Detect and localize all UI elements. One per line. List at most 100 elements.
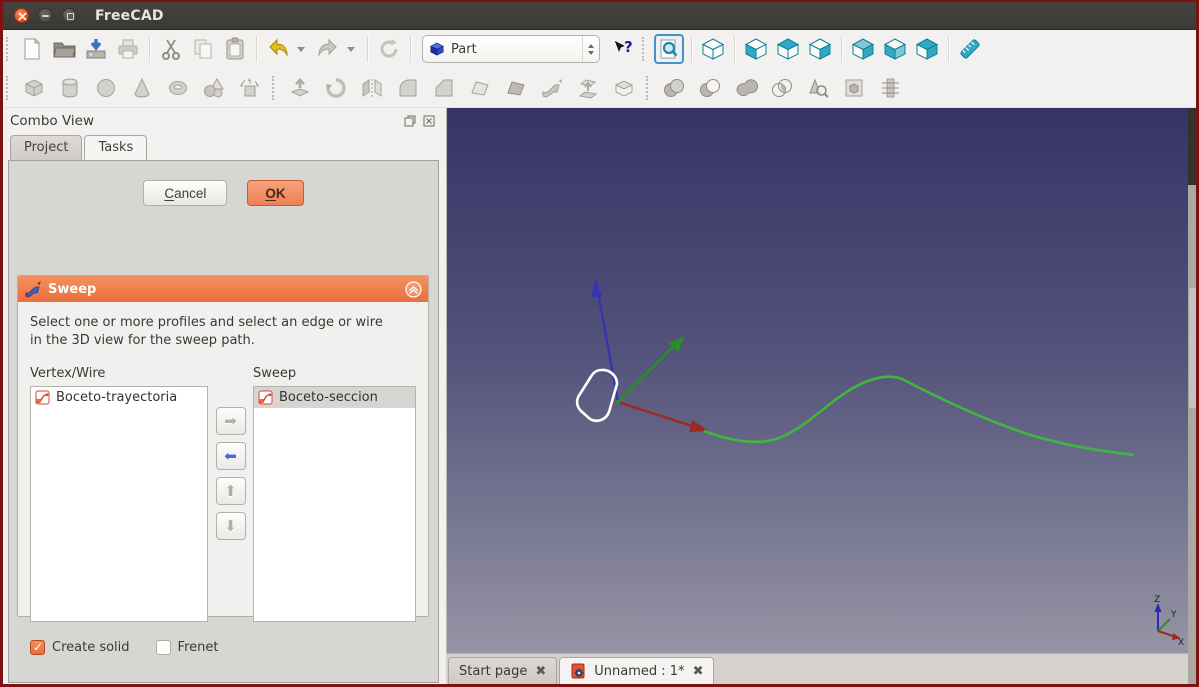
copy-button[interactable] xyxy=(189,35,217,63)
combo-view-tabs: Project Tasks xyxy=(2,133,443,160)
shape-builder-button[interactable] xyxy=(235,73,265,103)
bottom-view-button[interactable] xyxy=(881,35,909,63)
make-face-button[interactable] xyxy=(501,73,531,103)
redo-button[interactable] xyxy=(314,35,342,63)
cross-sections-button[interactable] xyxy=(875,73,905,103)
ok-button[interactable]: OK xyxy=(247,180,303,206)
cut-button[interactable] xyxy=(157,35,185,63)
workbench-selector[interactable]: Part xyxy=(422,35,600,63)
sweep-list[interactable]: Boceto-seccion xyxy=(253,386,416,622)
primitives-button[interactable] xyxy=(199,73,229,103)
frenet-checkbox[interactable]: Frenet xyxy=(156,640,219,655)
sweep-path-curve[interactable] xyxy=(704,377,1134,455)
toolbar-grip[interactable] xyxy=(272,76,279,100)
mirror-button[interactable] xyxy=(357,73,387,103)
boolean-cut-button[interactable] xyxy=(695,73,725,103)
viewport-3d[interactable]: Z Y X xyxy=(446,108,1188,653)
toolbar-grip[interactable] xyxy=(642,37,649,61)
open-folder-button[interactable] xyxy=(50,35,78,63)
chamfer-button[interactable] xyxy=(429,73,459,103)
copy-icon xyxy=(191,37,215,61)
paste-button[interactable] xyxy=(221,35,249,63)
shape-builder-icon xyxy=(238,77,262,99)
sketch-icon xyxy=(258,390,273,405)
z-axis-arrowhead xyxy=(591,279,602,297)
tab-tasks[interactable]: Tasks xyxy=(84,135,147,160)
offset-button[interactable] xyxy=(609,73,639,103)
scrollbar-thumb[interactable] xyxy=(1189,288,1196,408)
undo-button[interactable] xyxy=(264,35,292,63)
sweep-surface-button[interactable] xyxy=(537,73,567,103)
move-left-button[interactable]: ⬅ xyxy=(216,442,246,470)
rear-view-button[interactable] xyxy=(849,35,877,63)
close-button[interactable] xyxy=(14,8,29,23)
print-button[interactable] xyxy=(114,35,142,63)
fit-all-button[interactable] xyxy=(654,34,684,64)
close-tab-icon[interactable]: ✖ xyxy=(535,664,546,679)
spin-up-icon xyxy=(588,44,594,48)
minimize-button[interactable] xyxy=(38,8,53,23)
sweep-preview-scene xyxy=(447,108,1189,653)
cone-button[interactable] xyxy=(127,73,157,103)
right-view-button[interactable] xyxy=(806,35,834,63)
checkbox-checked-icon xyxy=(30,640,45,655)
toolbar-grip[interactable] xyxy=(6,76,13,100)
toolbar-grip[interactable] xyxy=(646,76,653,100)
refresh-button[interactable] xyxy=(375,35,403,63)
whats-this-button[interactable]: ? xyxy=(608,35,636,63)
collapse-chevrons-icon[interactable] xyxy=(405,281,422,298)
list-item[interactable]: Boceto-seccion xyxy=(254,387,415,408)
measure-distance-button[interactable] xyxy=(956,35,984,63)
offset-icon xyxy=(613,77,635,99)
front-view-button[interactable] xyxy=(742,35,770,63)
boolean-fuse-button[interactable] xyxy=(731,73,761,103)
move-down-button[interactable]: ⬇ xyxy=(216,512,246,540)
workbench-spinner[interactable] xyxy=(582,36,599,62)
sketch-icon xyxy=(35,390,50,405)
undo-dropdown-button[interactable] xyxy=(294,36,308,62)
new-document-button[interactable] xyxy=(18,35,46,63)
combo-view-title: Combo View xyxy=(10,113,397,129)
cylinder-button[interactable] xyxy=(55,73,85,103)
defeaturing-button[interactable] xyxy=(839,73,869,103)
box-icon xyxy=(23,77,45,99)
extrude-icon xyxy=(289,77,311,99)
x-axis xyxy=(618,402,695,427)
close-panel-button[interactable] xyxy=(422,114,435,127)
left-view-button[interactable] xyxy=(913,35,941,63)
right-scrollbar[interactable] xyxy=(1188,108,1197,685)
check-geometry-button[interactable] xyxy=(803,73,833,103)
fillet-icon xyxy=(397,77,419,99)
boolean-common-button[interactable] xyxy=(767,73,797,103)
create-solid-label: Create solid xyxy=(52,640,130,655)
fillet-button[interactable] xyxy=(393,73,423,103)
tab-start-page[interactable]: Start page ✖ xyxy=(448,657,557,684)
profile-sketch[interactable] xyxy=(577,370,617,421)
extrude-button[interactable] xyxy=(285,73,315,103)
box-button[interactable] xyxy=(19,73,49,103)
maximize-button[interactable] xyxy=(62,8,77,23)
toolbar-grip[interactable] xyxy=(6,37,13,61)
torus-button[interactable] xyxy=(163,73,193,103)
float-panel-button[interactable] xyxy=(403,114,416,127)
ruled-surface-button[interactable] xyxy=(465,73,495,103)
tab-unnamed-document[interactable]: Unnamed : 1* ✖ xyxy=(559,657,714,684)
axonometric-view-button[interactable] xyxy=(699,35,727,63)
redo-dropdown-button[interactable] xyxy=(344,36,358,62)
boolean-union-button[interactable] xyxy=(659,73,689,103)
sweep-panel-header[interactable]: Sweep xyxy=(18,276,428,302)
vertex-wire-list[interactable]: Boceto-trayectoria xyxy=(30,386,208,622)
sphere-button[interactable] xyxy=(91,73,121,103)
move-up-button[interactable]: ⬆ xyxy=(216,477,246,505)
loft-button[interactable] xyxy=(573,73,603,103)
save-button[interactable] xyxy=(82,35,110,63)
cancel-button[interactable]: Cancel xyxy=(143,180,227,206)
list-item[interactable]: Boceto-trayectoria xyxy=(31,387,207,408)
tab-project[interactable]: Project xyxy=(10,135,82,160)
top-view-button[interactable] xyxy=(774,35,802,63)
move-right-button[interactable]: ➡ xyxy=(216,407,246,435)
close-tab-icon[interactable]: ✖ xyxy=(693,664,704,679)
create-solid-checkbox[interactable]: Create solid xyxy=(30,640,130,655)
blue-cube-icon xyxy=(429,41,445,57)
revolve-button[interactable] xyxy=(321,73,351,103)
